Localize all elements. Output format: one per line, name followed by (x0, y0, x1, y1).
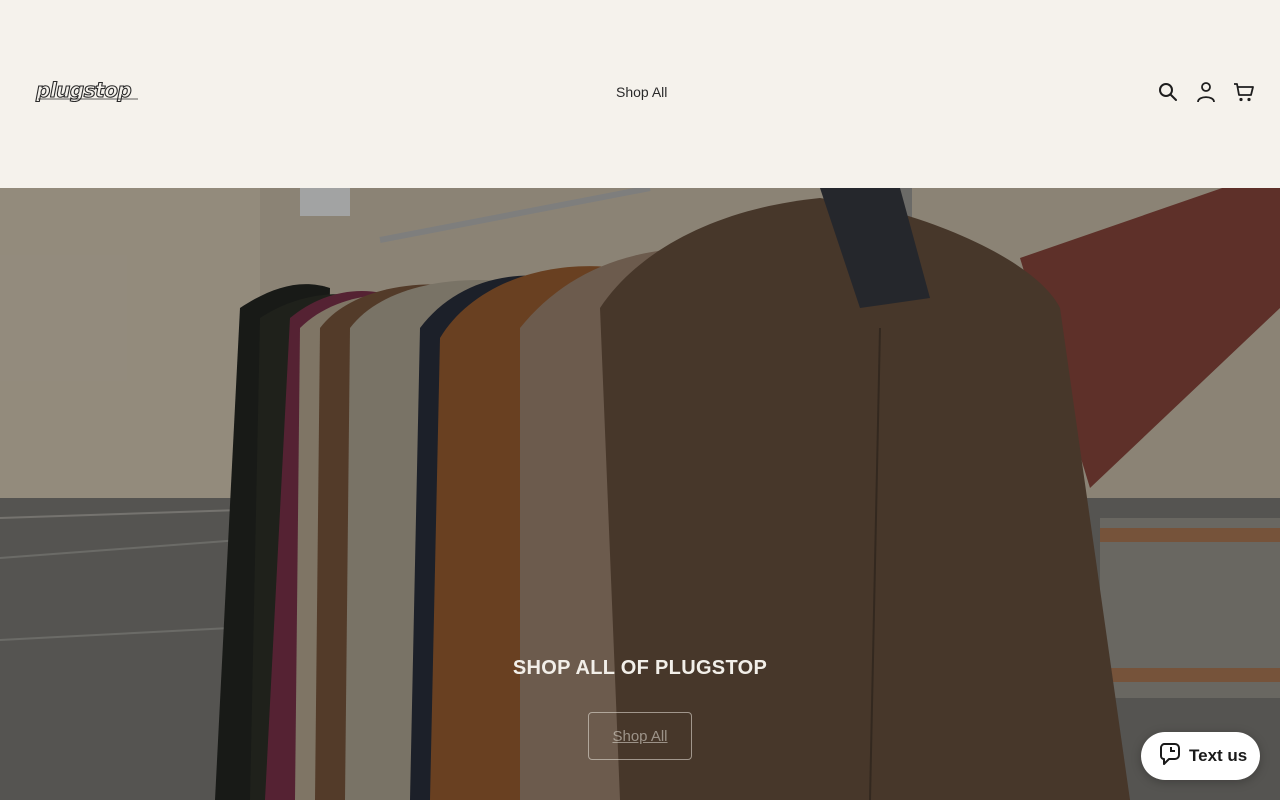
text-us-label: Text us (1189, 746, 1248, 765)
chat-bubble-icon (1159, 742, 1181, 771)
search-icon[interactable] (1156, 80, 1180, 104)
hero-heading: SHOP ALL OF PLUGSTOP (512, 657, 768, 679)
account-icon[interactable] (1194, 80, 1218, 104)
logo-wordmark: plugstop (35, 78, 131, 102)
header-icons (1156, 80, 1256, 104)
cart-icon[interactable] (1232, 80, 1256, 104)
site-logo[interactable]: plugstop (34, 78, 142, 104)
nav-shop-all[interactable]: Shop All (616, 83, 667, 101)
text-us-widget[interactable]: Text us (1141, 732, 1260, 780)
site-header: plugstop Shop All (0, 0, 1280, 188)
hero-banner: SHOP ALL OF PLUGSTOP Shop All (0, 188, 1280, 800)
shop-all-button[interactable]: Shop All (588, 712, 692, 760)
